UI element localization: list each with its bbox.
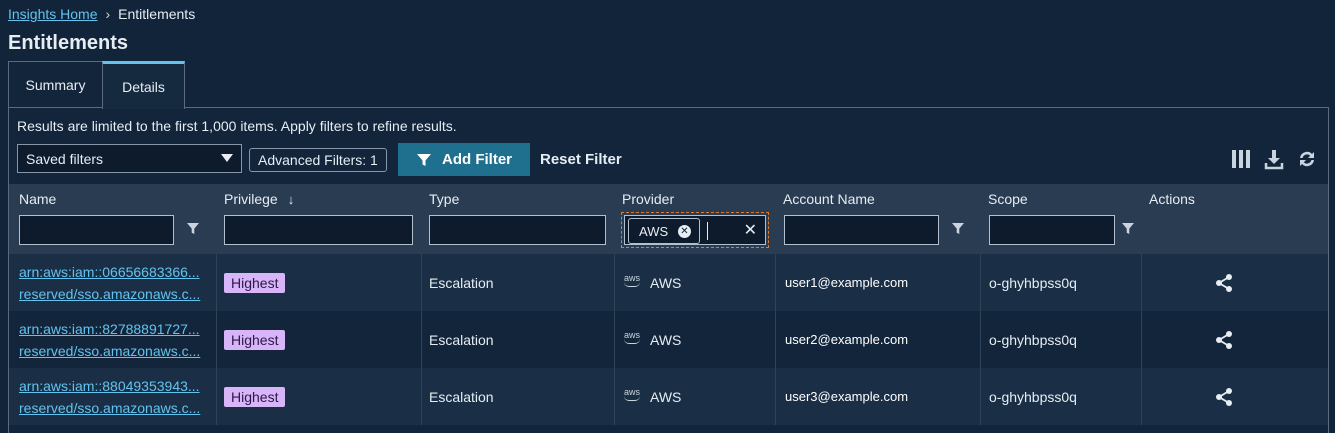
share-icon[interactable] bbox=[1214, 368, 1234, 425]
provider-label: AWS bbox=[650, 331, 682, 348]
account-cell: user3@example.com bbox=[785, 389, 909, 404]
name-filter-input[interactable] bbox=[19, 215, 174, 245]
privilege-badge: Highest bbox=[224, 329, 286, 350]
grid-header: Name Privilege ↓ Type Provider Account N… bbox=[9, 184, 1328, 254]
tab-summary[interactable]: Summary bbox=[8, 61, 103, 108]
column-header-actions: Actions bbox=[1149, 191, 1195, 207]
columns-icon[interactable] bbox=[1230, 148, 1252, 170]
column-label: Provider bbox=[622, 191, 675, 207]
table-row: arn:aws:iam::88049353943... reserved/sso… bbox=[9, 368, 1328, 425]
provider-label: AWS bbox=[650, 388, 682, 405]
privilege-filter-input[interactable] bbox=[224, 215, 413, 245]
scope-cell: o-ghyhbpss0q bbox=[989, 388, 1077, 405]
page-title: Entitlements bbox=[8, 32, 129, 54]
name-link[interactable]: arn:aws:iam::06656683366... bbox=[19, 264, 207, 280]
column-label: Actions bbox=[1149, 191, 1195, 207]
scope-filter-input[interactable] bbox=[989, 215, 1115, 245]
scope-cell: o-ghyhbpss0q bbox=[989, 331, 1077, 348]
add-filter-button[interactable]: Add Filter bbox=[398, 143, 530, 176]
column-header-privilege[interactable]: Privilege ↓ bbox=[224, 191, 294, 207]
provider-cell: aws AWS bbox=[624, 254, 681, 311]
clear-icon[interactable]: ✕ bbox=[744, 220, 757, 240]
column-header-type[interactable]: Type bbox=[429, 191, 459, 207]
tab-bar: Summary Details bbox=[8, 61, 185, 109]
column-label: Account Name bbox=[783, 191, 875, 207]
saved-filters-label: Saved filters bbox=[26, 150, 104, 167]
column-header-provider[interactable]: Provider bbox=[622, 191, 674, 207]
filter-icon[interactable] bbox=[1121, 222, 1135, 236]
text-cursor bbox=[707, 222, 708, 240]
filter-icon bbox=[417, 153, 431, 166]
tab-details[interactable]: Details bbox=[102, 61, 185, 109]
advanced-filters-button[interactable]: Advanced Filters: 1 bbox=[249, 148, 387, 172]
remove-chip-icon[interactable]: ✕ bbox=[678, 225, 691, 238]
breadcrumb-home-link[interactable]: Insights Home bbox=[8, 6, 97, 22]
provider-label: AWS bbox=[650, 274, 682, 291]
provider-chip: AWS ✕ bbox=[628, 218, 700, 244]
sort-arrow-down-icon: ↓ bbox=[287, 191, 295, 207]
results-limit-notice: Results are limited to the first 1,000 i… bbox=[17, 118, 457, 134]
name-link[interactable]: reserved/sso.amazonaws.c... bbox=[19, 343, 207, 359]
privilege-cell: Highest bbox=[224, 311, 286, 368]
type-cell: Escalation bbox=[429, 331, 494, 348]
filter-icon[interactable] bbox=[951, 222, 965, 236]
share-icon[interactable] bbox=[1214, 311, 1234, 368]
account-filter-input[interactable] bbox=[784, 215, 939, 245]
aws-logo-icon: aws bbox=[624, 274, 640, 287]
column-header-scope[interactable]: Scope bbox=[988, 191, 1028, 207]
provider-chip-label: AWS bbox=[639, 223, 669, 239]
breadcrumb: Insights Home › Entitlements bbox=[8, 6, 195, 22]
column-label: Scope bbox=[988, 191, 1028, 207]
column-label: Name bbox=[19, 191, 57, 207]
type-cell: Escalation bbox=[429, 388, 494, 405]
table-row: arn:aws:iam::06656683366... reserved/sso… bbox=[9, 254, 1328, 311]
type-filter-input[interactable] bbox=[429, 215, 606, 245]
column-label: Type bbox=[429, 191, 460, 207]
provider-filter-field[interactable]: AWS ✕ ✕ bbox=[624, 215, 766, 245]
name-cell: arn:aws:iam::88049353943... reserved/sso… bbox=[19, 368, 214, 425]
account-cell: user1@example.com bbox=[785, 275, 909, 290]
name-cell: arn:aws:iam::06656683366... reserved/sso… bbox=[19, 254, 214, 311]
account-cell: user2@example.com bbox=[785, 332, 909, 347]
share-icon[interactable] bbox=[1214, 254, 1234, 311]
column-header-account-name[interactable]: Account Name bbox=[783, 191, 875, 207]
name-link[interactable]: reserved/sso.amazonaws.c... bbox=[19, 400, 207, 416]
reset-filter-button[interactable]: Reset Filter bbox=[540, 151, 622, 168]
download-icon[interactable] bbox=[1263, 148, 1285, 170]
scope-cell: o-ghyhbpss0q bbox=[989, 274, 1077, 291]
privilege-cell: Highest bbox=[224, 368, 286, 425]
refresh-icon[interactable] bbox=[1296, 148, 1318, 170]
saved-filters-select[interactable]: Saved filters bbox=[17, 144, 242, 173]
privilege-badge: Highest bbox=[224, 272, 286, 293]
column-header-name[interactable]: Name bbox=[19, 191, 56, 207]
details-panel: Results are limited to the first 1,000 i… bbox=[8, 107, 1329, 433]
aws-logo-icon: aws bbox=[624, 331, 640, 344]
name-cell: arn:aws:iam::82788891727... reserved/sso… bbox=[19, 311, 214, 368]
provider-cell: aws AWS bbox=[624, 311, 681, 368]
table-row: arn:aws:iam::82788891727... reserved/sso… bbox=[9, 311, 1328, 368]
provider-filter-input[interactable]: AWS ✕ ✕ bbox=[621, 212, 769, 248]
breadcrumb-current: Entitlements bbox=[118, 6, 196, 22]
chevron-right-icon: › bbox=[105, 6, 111, 22]
filter-icon[interactable] bbox=[186, 222, 200, 236]
privilege-cell: Highest bbox=[224, 254, 286, 311]
provider-cell: aws AWS bbox=[624, 368, 681, 425]
type-cell: Escalation bbox=[429, 274, 494, 291]
aws-logo-icon: aws bbox=[624, 388, 640, 401]
name-link[interactable]: arn:aws:iam::88049353943... bbox=[19, 378, 207, 394]
column-label: Privilege bbox=[224, 191, 278, 207]
name-link[interactable]: reserved/sso.amazonaws.c... bbox=[19, 286, 207, 302]
add-filter-label: Add Filter bbox=[442, 151, 512, 168]
caret-down-icon bbox=[221, 154, 233, 162]
name-link[interactable]: arn:aws:iam::82788891727... bbox=[19, 321, 207, 337]
privilege-badge: Highest bbox=[224, 386, 286, 407]
